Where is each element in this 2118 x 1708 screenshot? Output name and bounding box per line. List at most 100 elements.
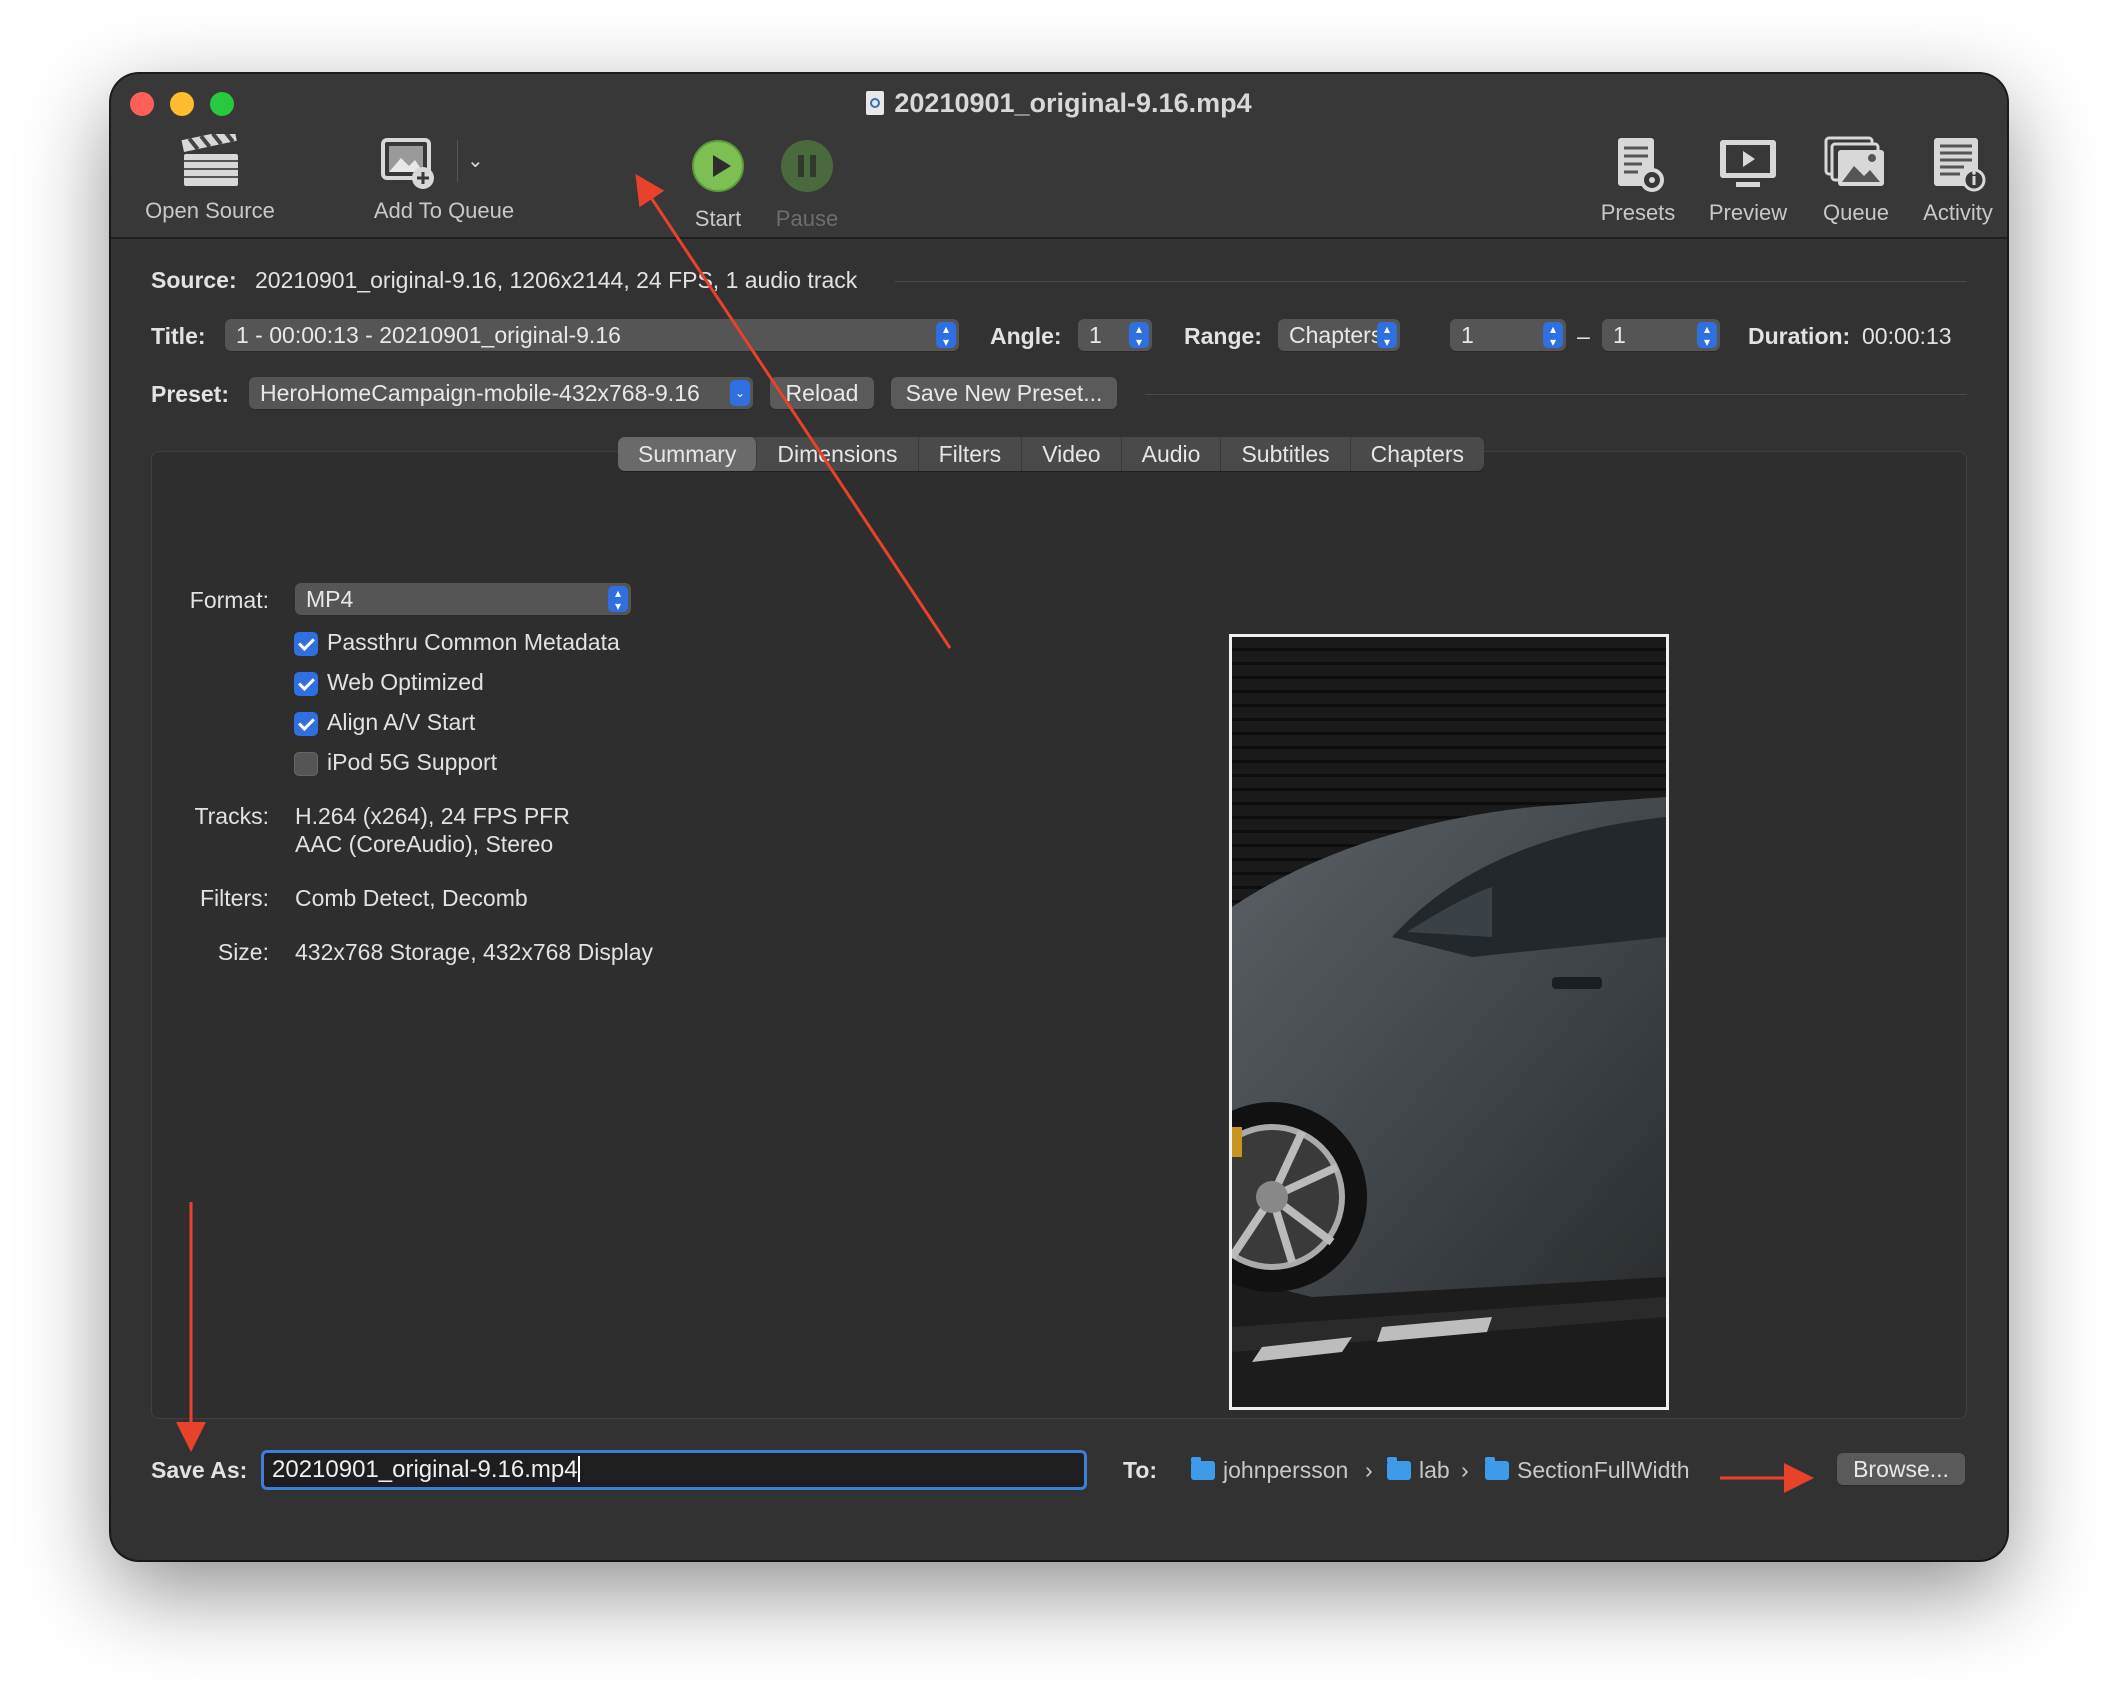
queue-label: Queue (1822, 200, 1890, 225)
tab-dimensions[interactable]: Dimensions (757, 437, 919, 471)
queue-button[interactable]: Queue (1801, 136, 1911, 226)
save-new-preset-button[interactable]: Save New Preset... (891, 377, 1117, 409)
stepper-icon: ▴ ▾ (1697, 322, 1717, 348)
video-preview (1229, 634, 1669, 1410)
range-start-value: 1 (1461, 322, 1474, 348)
presets-button[interactable]: Presets (1583, 136, 1693, 226)
folder-icon (1191, 1457, 1215, 1480)
source-label: Source: (151, 267, 237, 293)
text-caret (577, 1456, 580, 1482)
path-item-sectionfullwidth[interactable]: SectionFullWidth (1485, 1457, 1690, 1484)
pause-button[interactable]: Pause (752, 140, 862, 232)
path-item-label: SectionFullWidth (1517, 1457, 1690, 1483)
range-start-select[interactable]: 1 ▴ ▾ (1450, 319, 1566, 351)
folder-icon (1387, 1457, 1411, 1480)
main-content: Source: 20210901_original-9.16, 1206x214… (111, 239, 2007, 1560)
format-select[interactable]: MP4 ▴ ▾ (295, 583, 631, 615)
angle-label: Angle: (990, 323, 1062, 349)
range-label: Range: (1184, 323, 1262, 349)
range-type-select[interactable]: Chapters ▴ ▾ (1278, 319, 1400, 351)
destination-label: To: (1123, 1457, 1158, 1483)
format-select-value: MP4 (306, 586, 354, 612)
window-title: 20210901_original-9.16.mp4 (111, 88, 2007, 119)
document-icon (866, 91, 885, 115)
tracks-video-value: H.264 (x264), 24 FPS PFR (295, 803, 570, 829)
filters-value: Comb Detect, Decomb (295, 885, 528, 911)
toolbar: 20210901_original-9.16.mp4 Open Source ⌄… (111, 74, 2007, 239)
angle-select[interactable]: 1 ▴ ▾ (1078, 319, 1152, 351)
activity-log-icon (1934, 138, 1986, 192)
range-dash: – (1577, 323, 1590, 349)
title-select-value: 1 - 00:00:13 - 20210901_original-9.16 (236, 322, 621, 348)
filters-label: Filters: (200, 885, 269, 911)
path-item-lab[interactable]: lab (1387, 1457, 1450, 1484)
web-optimized-label: Web Optimized (327, 669, 484, 695)
passthru-metadata-label: Passthru Common Metadata (327, 629, 620, 655)
tab-filters[interactable]: Filters (919, 437, 1023, 471)
size-value: 432x768 Storage, 432x768 Display (295, 939, 654, 965)
tracks-audio-value: AAC (CoreAudio), Stereo (295, 831, 554, 857)
folder-icon (1485, 1457, 1509, 1480)
add-to-queue-button[interactable]: ⌄ Add To Queue (349, 134, 539, 224)
preset-label: Preset: (151, 381, 229, 407)
pause-icon (781, 140, 833, 192)
ipod-support-checkbox[interactable] (294, 752, 318, 776)
path-item-label: lab (1419, 1457, 1450, 1483)
pause-label: Pause (775, 206, 839, 231)
tab-video[interactable]: Video (1022, 437, 1122, 471)
app-window: 20210901_original-9.16.mp4 Open Source ⌄… (111, 74, 2007, 1560)
presets-label: Presets (1600, 200, 1676, 225)
clapperboard-icon (181, 134, 238, 186)
format-label: Format: (189, 587, 269, 613)
save-as-label: Save As: (151, 1457, 248, 1483)
reload-button[interactable]: Reload (770, 377, 874, 409)
add-image-icon (381, 138, 434, 189)
web-optimized-checkbox[interactable] (294, 672, 318, 696)
activity-label: Activity (1923, 200, 1993, 225)
tab-chapters[interactable]: Chapters (1351, 437, 1484, 471)
open-source-label: Open Source (145, 198, 275, 223)
range-type-value: Chapters (1289, 322, 1383, 348)
divider (1145, 394, 1967, 395)
preset-select-value: HeroHomeCampaign-mobile-432x768-9.16 (260, 380, 700, 406)
monitor-play-icon (1720, 140, 1776, 187)
settings-tabs: Summary Dimensions Filters Video Audio S… (618, 437, 1484, 471)
stepper-icon: ▴ ▾ (1543, 322, 1563, 348)
passthru-metadata-checkbox[interactable] (294, 632, 318, 656)
preview-button[interactable]: Preview (1693, 136, 1803, 226)
align-av-checkbox[interactable] (294, 712, 318, 736)
duration-value: 00:00:13 (1862, 323, 1952, 349)
tab-subtitles[interactable]: Subtitles (1221, 437, 1351, 471)
queue-icon (1824, 136, 1884, 186)
open-source-button[interactable]: Open Source (125, 134, 295, 224)
presets-icon (1618, 138, 1664, 192)
tab-summary[interactable]: Summary (618, 437, 758, 471)
chevron-down-icon: ⌄ (730, 380, 750, 406)
range-end-select[interactable]: 1 ▴ ▾ (1602, 319, 1720, 351)
play-icon (692, 140, 744, 192)
ipod-support-label: iPod 5G Support (327, 749, 498, 775)
path-item-label: johnpersson (1223, 1457, 1349, 1483)
angle-select-value: 1 (1089, 322, 1102, 348)
title-label: Title: (151, 323, 206, 349)
save-as-field[interactable]: 20210901_original-9.16.mp4 (261, 1450, 1087, 1490)
stepper-icon: ▴ ▾ (1129, 322, 1149, 348)
preview-image (1232, 637, 1666, 1407)
save-as-value: 20210901_original-9.16.mp4 (272, 1456, 578, 1483)
align-av-label: Align A/V Start (327, 709, 476, 735)
divider (457, 140, 458, 182)
path-separator: › (1461, 1457, 1469, 1483)
browse-button[interactable]: Browse... (1837, 1453, 1965, 1485)
path-item-johnpersson[interactable]: johnpersson (1191, 1457, 1348, 1484)
size-label: Size: (217, 939, 269, 965)
title-select[interactable]: 1 - 00:00:13 - 20210901_original-9.16 ▴ ▾ (225, 319, 959, 351)
preset-select[interactable]: HeroHomeCampaign-mobile-432x768-9.16 ⌄ (249, 377, 753, 409)
chevron-down-icon[interactable]: ⌄ (467, 148, 484, 173)
tab-audio[interactable]: Audio (1122, 437, 1222, 471)
stepper-icon: ▴ ▾ (1377, 322, 1397, 348)
range-end-value: 1 (1613, 322, 1626, 348)
path-separator: › (1365, 1457, 1373, 1483)
divider (895, 281, 1967, 282)
activity-button[interactable]: Activity (1903, 136, 2007, 226)
stepper-icon: ▴ ▾ (936, 322, 956, 348)
